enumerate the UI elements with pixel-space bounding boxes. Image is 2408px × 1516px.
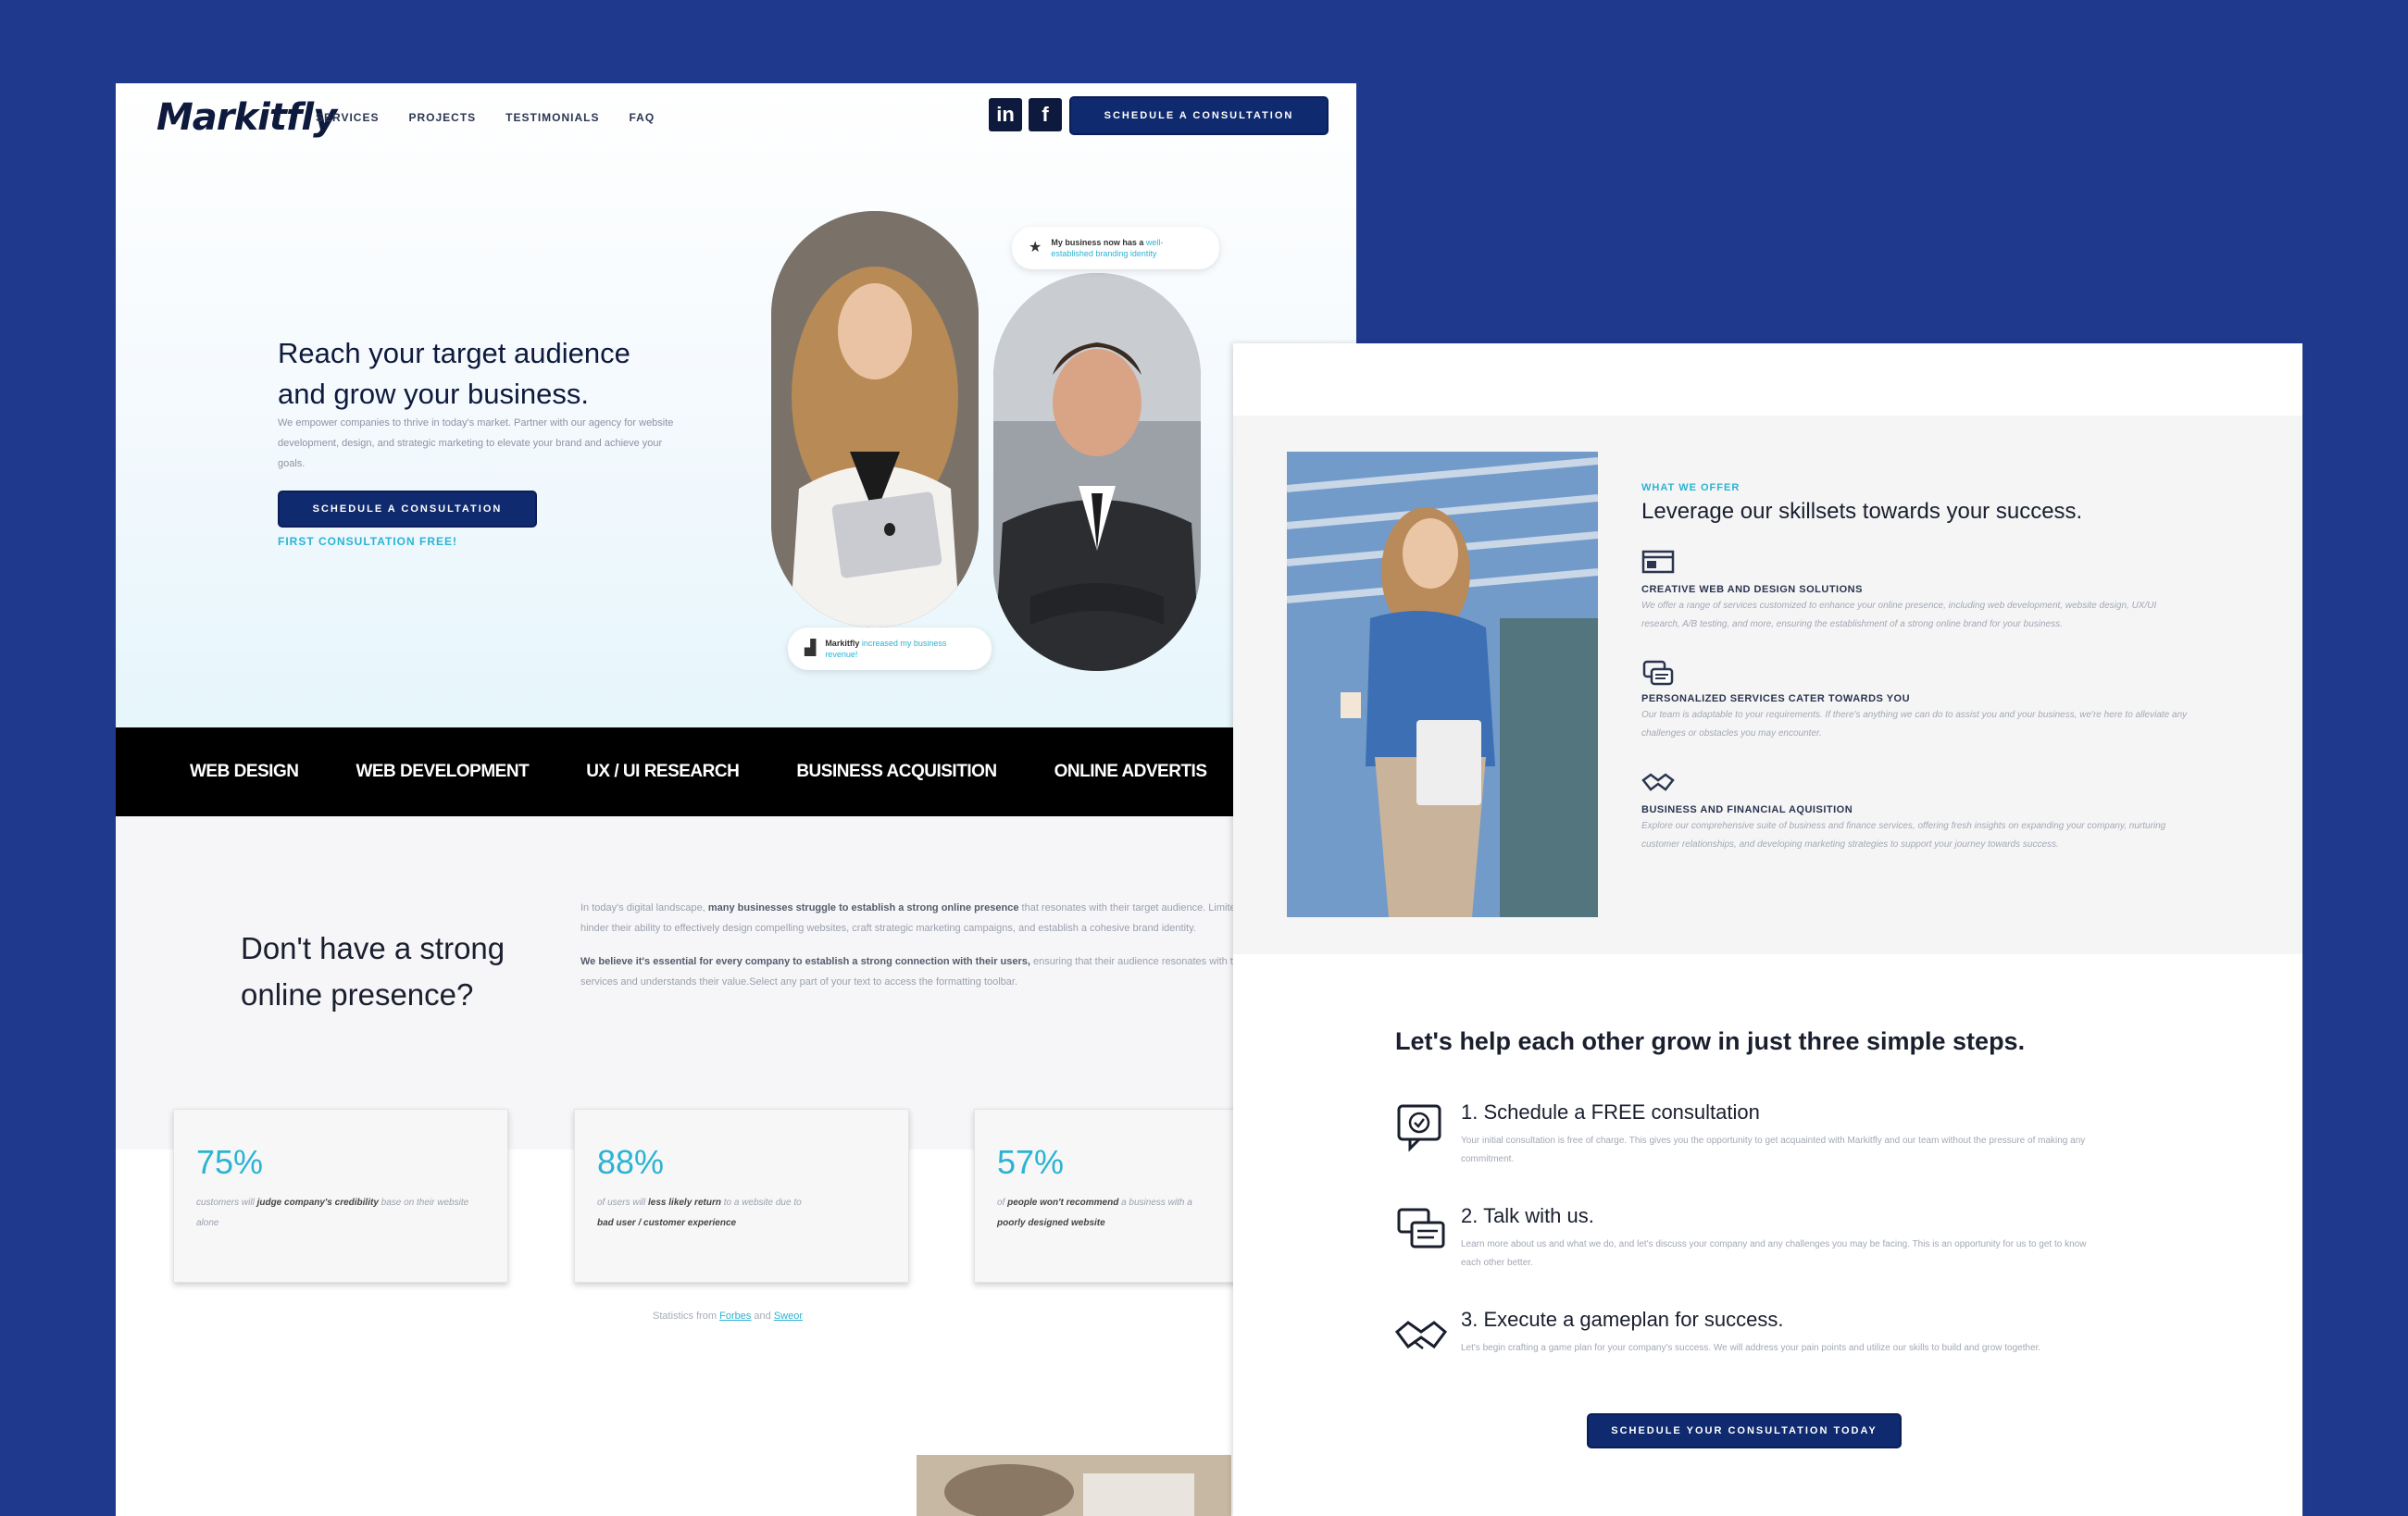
markitfly-logo[interactable]: Markitfly xyxy=(156,96,337,139)
schedule-consultation-hero-button[interactable]: SCHEDULE A CONSULTATION xyxy=(278,491,537,528)
service-business-acquisition: BUSINESS ACQUISITION xyxy=(796,762,997,781)
stat-value: 57% xyxy=(997,1143,1065,1181)
service-description: We offer a range of services customized … xyxy=(1641,601,2157,629)
sweor-link[interactable]: Sweor xyxy=(774,1311,803,1322)
step-title: 3. Execute a gameplan for success. xyxy=(1461,1308,1784,1331)
handshake-icon xyxy=(1641,769,1675,797)
first-consultation-free-note: FIRST CONSULTATION FREE! xyxy=(278,535,457,548)
woman-walking-photo xyxy=(1287,452,1598,917)
smiling-man-photo xyxy=(993,273,1201,671)
linkedin-icon[interactable]: in xyxy=(989,98,1022,131)
revenue-testimonial-badge: ▟ Markitfly increased my business revenu… xyxy=(788,628,992,670)
hero-title: Reach your target audience and grow your… xyxy=(278,337,630,410)
office-desk-photo xyxy=(917,1455,1231,1516)
schedule-consultation-today-button[interactable]: SCHEDULE YOUR CONSULTATION TODAY xyxy=(1587,1413,1902,1448)
branding-testimonial-badge: ★ My business now has a well-established… xyxy=(1012,227,1219,269)
step-description: Your initial consultation is free of cha… xyxy=(1461,1136,2086,1164)
stat-value: 88% xyxy=(597,1143,665,1181)
service-web-development: WEB DEVELOPMENT xyxy=(356,762,530,781)
step-description: Let's begin crafting a game plan for you… xyxy=(1461,1343,2041,1353)
service-description: Our team is adaptable to your requiremen… xyxy=(1641,710,2188,739)
service-web-design: WEB DESIGN xyxy=(190,762,299,781)
chat-icon xyxy=(1641,660,1675,688)
service-ux-ui-research: UX / UI RESEARCH xyxy=(586,762,740,781)
woman-with-laptop-photo xyxy=(771,211,979,628)
homepage-preview: Markitfly SERVICES PROJECTS TESTIMONIALS… xyxy=(116,83,1356,1516)
stat-card: 75% customers will judge company's credi… xyxy=(173,1109,508,1283)
stat-text: customers will judge company's credibili… xyxy=(196,1198,469,1228)
nav-faq[interactable]: FAQ xyxy=(630,111,655,124)
step-description: Learn more about us and what we do, and … xyxy=(1461,1239,2087,1268)
offer-title: Leverage our skillsets towards your succ… xyxy=(1641,499,2083,524)
what-we-offer-kicker: WHAT WE OFFER xyxy=(1641,482,1740,493)
stat-card: 88% of users will less likely return to … xyxy=(574,1109,909,1283)
service-title: BUSINESS AND FINANCIAL AQUISITION xyxy=(1641,804,1853,815)
service-online-advertising: ONLINE ADVERTIS xyxy=(1054,762,1207,781)
star-icon: ★ xyxy=(1029,240,1042,255)
steps-heading: Let's help each other grow in just three… xyxy=(1395,1027,2026,1055)
service-description: Explore our comprehensive suite of busin… xyxy=(1641,821,2166,850)
stat-value: 75% xyxy=(196,1143,264,1181)
chat-check-icon xyxy=(1395,1102,1447,1154)
step-title: 1. Schedule a FREE consultation xyxy=(1461,1100,1760,1124)
hero-subtitle: We empower companies to thrive in today'… xyxy=(278,417,674,469)
services-marquee-bar: WEB DESIGN WEB DEVELOPMENT UX / UI RESEA… xyxy=(116,727,1356,816)
nav-testimonials[interactable]: TESTIMONIALS xyxy=(505,111,599,124)
services-page-preview: WHAT WE OFFER Leverage our skillsets tow… xyxy=(1233,343,2302,1516)
top-navigation: Markitfly SERVICES PROJECTS TESTIMONIALS… xyxy=(116,83,1356,167)
facebook-icon[interactable]: f xyxy=(1029,98,1062,131)
web-design-icon xyxy=(1641,549,1675,577)
nav-services[interactable]: SERVICES xyxy=(316,111,379,124)
step-title: 2. Talk with us. xyxy=(1461,1204,1594,1227)
conversation-icon xyxy=(1395,1206,1447,1258)
schedule-consultation-nav-button[interactable]: SCHEDULE A CONSULTATION xyxy=(1069,96,1329,135)
service-title: CREATIVE WEB AND DESIGN SOLUTIONS xyxy=(1641,584,1863,595)
problem-heading: Don't have a strong online presence? xyxy=(241,931,505,1012)
statistics-source: Statistics from Forbes and Sweor xyxy=(653,1311,804,1322)
service-title: PERSONALIZED SERVICES CATER TOWARDS YOU xyxy=(1641,693,1911,704)
nav-links: SERVICES PROJECTS TESTIMONIALS FAQ xyxy=(316,111,655,124)
stat-text: of users will less likely return to a we… xyxy=(597,1198,802,1228)
forbes-link[interactable]: Forbes xyxy=(719,1311,751,1322)
handshake-icon xyxy=(1394,1310,1448,1361)
nav-projects[interactable]: PROJECTS xyxy=(408,111,476,124)
bar-chart-icon: ▟ xyxy=(805,640,817,656)
